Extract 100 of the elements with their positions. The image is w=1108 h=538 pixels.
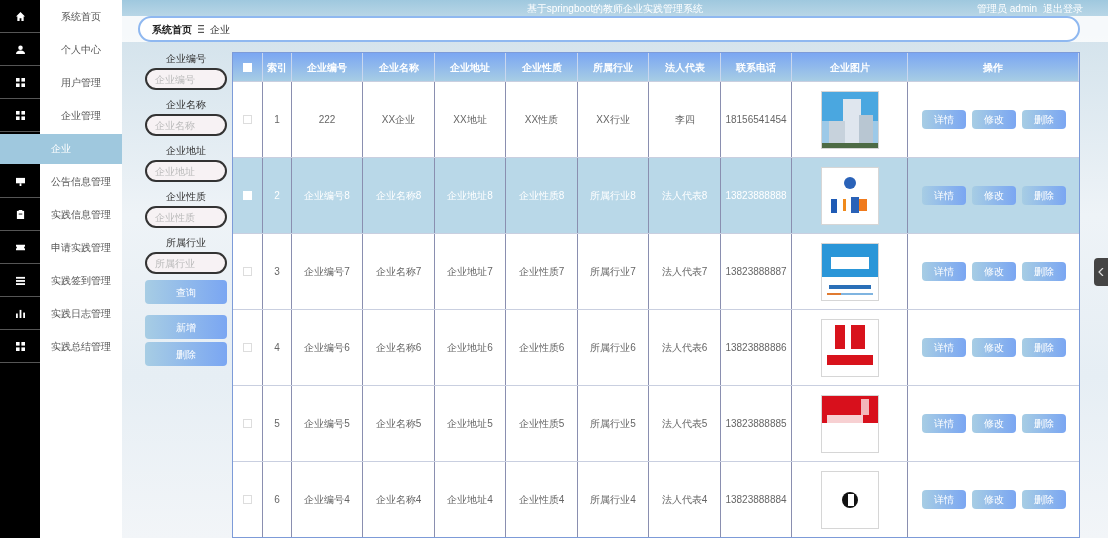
monitor-icon bbox=[15, 176, 25, 186]
delete-button[interactable]: 删除 bbox=[1021, 414, 1066, 433]
table-cell-text: 13823888885 bbox=[725, 417, 787, 431]
breadcrumb-item: 企业 bbox=[210, 22, 230, 37]
sidebar-item[interactable]: 实践总结管理 bbox=[51, 339, 111, 354]
table-cell-text: 222 bbox=[318, 113, 336, 127]
row-checkbox[interactable] bbox=[243, 115, 252, 124]
table-cell-text: 企业性质4 bbox=[518, 493, 565, 507]
table-cell-text: 企业地址6 bbox=[447, 341, 493, 355]
column-header: 联系电话 bbox=[736, 60, 776, 75]
delete-button[interactable]: 删除 bbox=[1021, 186, 1066, 205]
separator-icon bbox=[198, 25, 204, 33]
edit-button[interactable]: 修改 bbox=[971, 110, 1016, 129]
sidebar-item[interactable]: 系统首页 bbox=[61, 9, 101, 24]
column-header: 企业名称 bbox=[378, 60, 419, 75]
table-cell-text: XX地址 bbox=[453, 113, 487, 127]
table-cell-text: 企业名称8 bbox=[375, 189, 422, 203]
delete-button[interactable]: 删除 bbox=[1021, 338, 1066, 357]
table-cell-text: 2 bbox=[274, 189, 280, 203]
table-cell-text: 所属行业6 bbox=[590, 341, 636, 355]
table-cell-text: XX性质 bbox=[524, 113, 559, 127]
table-cell-text: 18156541454 bbox=[725, 113, 787, 127]
column-header: 企业地址 bbox=[450, 60, 490, 75]
table-cell-text: 3 bbox=[274, 265, 280, 279]
table-cell-text: 企业编号6 bbox=[304, 341, 350, 355]
sidebar-item[interactable]: 实践日志管理 bbox=[51, 306, 111, 321]
details-button[interactable]: 详情 bbox=[921, 490, 966, 509]
bar-chart-icon bbox=[15, 308, 25, 318]
breadcrumb-item[interactable]: 系统首页 bbox=[152, 21, 192, 37]
edit-button[interactable]: 修改 bbox=[971, 338, 1016, 357]
column-header: 操作 bbox=[983, 60, 1003, 75]
sidebar-item[interactable]: 企业 bbox=[0, 133, 122, 164]
table-cell-text: 企业性质6 bbox=[518, 341, 565, 355]
table-cell-text: 1 bbox=[274, 113, 280, 127]
details-button[interactable]: 详情 bbox=[921, 186, 966, 205]
edit-button[interactable]: 修改 bbox=[971, 414, 1016, 433]
column-header: 索引 bbox=[267, 60, 287, 75]
list-icon bbox=[15, 275, 25, 285]
table-cell-text: 企业编号7 bbox=[304, 265, 350, 279]
table-row[interactable]: 6 企业编号4 企业名称4 企业地址4 企业性质4 所属行业4 法人代表4 13823888884 详情 修改 删除 bbox=[233, 461, 1079, 537]
delete-button[interactable]: 删除 bbox=[1021, 110, 1066, 129]
table-cell-text: XX企业 bbox=[381, 113, 416, 127]
table-row[interactable]: 5 企业编号5 企业名称5 企业地址5 企业性质5 所属行业5 法人代表5 13823888885 详情 修改 删除 bbox=[233, 385, 1079, 461]
sidebar-item[interactable]: 申请实践管理 bbox=[51, 240, 111, 255]
column-header: 企业图片 bbox=[829, 60, 870, 75]
edit-button[interactable]: 修改 bbox=[971, 490, 1016, 509]
table-cell-text: 所属行业5 bbox=[590, 417, 636, 431]
sidebar-item[interactable]: 企业管理 bbox=[61, 108, 101, 123]
grid-icon bbox=[15, 110, 25, 120]
chevron-left-icon bbox=[1098, 268, 1104, 276]
collapse-tab[interactable] bbox=[1094, 258, 1108, 286]
grid-icon bbox=[15, 341, 25, 351]
field-label: 所属行业 bbox=[166, 237, 206, 249]
delete-button[interactable]: 删除 bbox=[1021, 490, 1066, 509]
details-button[interactable]: 详情 bbox=[921, 262, 966, 281]
table-cell-text: 企业编号8 bbox=[304, 189, 350, 203]
sidebar-item[interactable]: 用户管理 bbox=[61, 75, 101, 90]
clipboard-icon bbox=[15, 209, 25, 219]
table-row[interactable]: 1 222 XX企业 XX地址 XX性质 XX行业 李四 18156541454 详情 修改 删除 bbox=[233, 81, 1079, 157]
details-button[interactable]: 详情 bbox=[921, 110, 966, 129]
row-checkbox[interactable] bbox=[243, 419, 252, 428]
add-button[interactable]: 新增 bbox=[145, 315, 227, 339]
table-row[interactable]: 3 企业编号7 企业名称7 企业地址7 企业性质7 所属行业7 法人代表7 13823888887 详情 修改 删除 bbox=[233, 233, 1079, 309]
delete-button[interactable]: 删除 bbox=[145, 342, 227, 366]
sidebar-item[interactable]: 公告信息管理 bbox=[51, 174, 111, 189]
ticket-icon bbox=[15, 242, 25, 252]
table-cell-text: 法人代表6 bbox=[661, 341, 708, 355]
details-button[interactable]: 详情 bbox=[921, 338, 966, 357]
column-header: 企业性质 bbox=[521, 60, 562, 75]
row-checkbox[interactable] bbox=[243, 343, 252, 352]
row-checkbox[interactable] bbox=[243, 495, 252, 504]
table-cell-text: 企业性质7 bbox=[518, 265, 565, 279]
table-cell-text: 5 bbox=[274, 417, 280, 431]
table-cell-text: 企业地址5 bbox=[447, 417, 493, 431]
logout-link[interactable]: 退出登录 bbox=[1043, 0, 1083, 16]
table-row[interactable]: 4 企业编号6 企业名称6 企业地址6 企业性质6 所属行业6 法人代表6 13823888886 详情 修改 删除 bbox=[233, 309, 1079, 385]
sidebar-item[interactable]: 实践信息管理 bbox=[51, 207, 111, 222]
details-button[interactable]: 详情 bbox=[921, 414, 966, 433]
column-header: 法人代表 bbox=[664, 60, 705, 75]
sidebar-item[interactable]: 实践签到管理 bbox=[51, 273, 111, 288]
column-header: 企业编号 bbox=[307, 60, 347, 75]
field-label: 企业性质 bbox=[166, 191, 206, 203]
table-cell-text: 13823888888 bbox=[725, 189, 787, 203]
edit-button[interactable]: 修改 bbox=[971, 186, 1016, 205]
select-all-checkbox[interactable] bbox=[243, 62, 252, 72]
field-label: 企业地址 bbox=[166, 145, 206, 157]
table-cell-text: 企业名称4 bbox=[375, 493, 422, 507]
sidebar-item[interactable]: 个人中心 bbox=[61, 42, 101, 57]
table-cell-text: 李四 bbox=[674, 113, 695, 127]
system-title: 基于springboot的教师企业实践管理系统 bbox=[526, 1, 704, 16]
table-cell-text: 13823888886 bbox=[725, 341, 787, 355]
table-cell-text: 法人代表4 bbox=[661, 493, 708, 507]
row-checkbox[interactable] bbox=[243, 267, 252, 276]
edit-button[interactable]: 修改 bbox=[971, 262, 1016, 281]
table-cell-text: 企业名称5 bbox=[375, 417, 422, 431]
table-cell-text: 法人代表8 bbox=[661, 189, 708, 203]
query-button[interactable]: 查询 bbox=[145, 280, 227, 304]
delete-button[interactable]: 删除 bbox=[1021, 262, 1066, 281]
field-label: 企业名称 bbox=[166, 99, 206, 111]
table-cell-text: 法人代表7 bbox=[661, 265, 708, 279]
